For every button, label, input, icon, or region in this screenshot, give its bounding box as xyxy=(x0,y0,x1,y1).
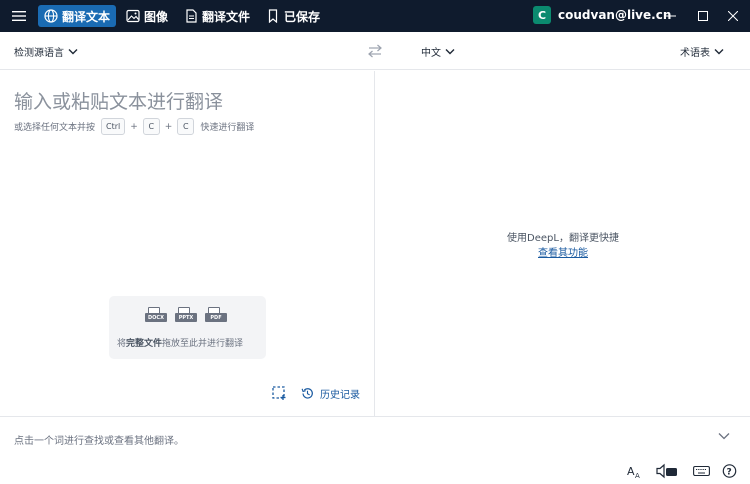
svg-text:A: A xyxy=(635,472,640,479)
pdf-icon: PDF xyxy=(205,307,227,323)
chevron-down-icon xyxy=(68,49,78,55)
drop-instructions: 将完整文件拖放至此并进行翻译 xyxy=(117,336,243,349)
dictionary-bar[interactable]: 点击一个词进行查找或查看其他翻译。 xyxy=(0,416,750,460)
tab-saved[interactable]: 已保存 xyxy=(260,5,326,27)
dictionary-prompt: 点击一个词进行查找或查看其他翻译。 xyxy=(14,436,184,447)
drop-text-bold: 完整文件 xyxy=(126,339,163,349)
drop-text-after: 拖放至此并进行翻译 xyxy=(162,339,244,349)
source-placeholder: 输入或粘贴文本进行翻译 xyxy=(14,91,224,113)
tab-translate-text-label: 翻译文本 xyxy=(62,9,111,24)
history-button[interactable]: 历史记录 xyxy=(301,386,360,401)
drop-text-before: 将 xyxy=(117,339,127,349)
minimize-button[interactable] xyxy=(656,0,686,32)
menu-button[interactable] xyxy=(0,0,38,32)
tab-image[interactable]: 图像 xyxy=(120,5,174,27)
language-bar: 检测源语言 中文 术语表 xyxy=(0,32,750,70)
glossary-button[interactable]: 术语表 xyxy=(680,44,724,59)
promo-text: 使用DeepL，翻译更快捷 xyxy=(507,233,619,244)
hamburger-icon xyxy=(12,11,26,21)
file-drop-zone[interactable]: DOCX PPTX PDF 将完整文件拖放至此并进行翻译 xyxy=(109,296,266,359)
select-area-icon[interactable] xyxy=(272,386,286,400)
source-text-area[interactable]: 输入或粘贴文本进行翻译 或选择任何文本并按 Ctrl + C + C 快速进行翻… xyxy=(0,71,375,416)
globe-icon xyxy=(44,9,58,23)
hint-prefix: 或选择任何文本并按 xyxy=(14,123,96,133)
bookmark-icon xyxy=(268,9,278,23)
glossary-label: 术语表 xyxy=(680,48,710,59)
chevron-down-icon xyxy=(714,49,724,55)
source-language-label: 检测源语言 xyxy=(14,48,64,59)
svg-text:A: A xyxy=(627,465,635,478)
target-text-area: 使用DeepL，翻译更快捷 查看其功能 xyxy=(376,71,750,416)
key-ctrl: Ctrl xyxy=(101,118,126,135)
plus-sign: + xyxy=(164,121,173,132)
text-size-icon[interactable]: A A xyxy=(627,463,642,480)
pdf-label: PDF xyxy=(205,313,227,322)
maximize-icon xyxy=(698,11,708,21)
features-link[interactable]: 查看其功能 xyxy=(376,244,750,259)
user-email: coudvan@live.cn xyxy=(558,8,672,22)
target-language-label: 中文 xyxy=(421,48,441,59)
pptx-icon: PPTX xyxy=(175,307,197,323)
title-bar: 翻译文本 图像 翻译文件 已保存 C coudvan@live.cn xyxy=(0,0,750,32)
svg-text:?: ? xyxy=(727,468,732,478)
file-type-icons: DOCX PPTX PDF xyxy=(145,307,235,323)
tab-translate-text[interactable]: 翻译文本 xyxy=(38,5,117,27)
history-label: 历史记录 xyxy=(320,390,360,401)
swap-languages-icon[interactable] xyxy=(367,44,383,58)
keyboard-icon[interactable] xyxy=(693,463,710,479)
tab-saved-label: 已保存 xyxy=(284,9,321,24)
chevron-down-icon[interactable] xyxy=(718,432,730,440)
tab-translate-file[interactable]: 翻译文件 xyxy=(178,5,256,27)
hint-suffix: 快速进行翻译 xyxy=(200,123,255,133)
target-language-select[interactable]: 中文 xyxy=(421,44,455,59)
shortcut-hint: 或选择任何文本并按 Ctrl + C + C 快速进行翻译 xyxy=(14,118,254,135)
pptx-label: PPTX xyxy=(175,313,197,322)
image-icon xyxy=(126,9,140,23)
close-icon xyxy=(728,11,738,21)
minimize-icon xyxy=(666,15,676,17)
close-button[interactable] xyxy=(718,0,748,32)
history-icon xyxy=(301,388,313,399)
docx-icon: DOCX xyxy=(145,307,167,323)
tab-image-label: 图像 xyxy=(144,9,169,24)
speaker-icon[interactable] xyxy=(656,463,678,479)
tab-translate-file-label: 翻译文件 xyxy=(202,9,251,24)
key-c: C xyxy=(177,118,195,135)
user-account[interactable]: C coudvan@live.cn xyxy=(533,6,671,24)
key-c: C xyxy=(142,118,160,135)
avatar: C xyxy=(533,6,551,24)
help-icon[interactable]: ? xyxy=(722,463,737,479)
plus-sign: + xyxy=(130,121,138,132)
file-icon xyxy=(186,9,197,23)
chevron-down-icon xyxy=(445,49,455,55)
source-language-select[interactable]: 检测源语言 xyxy=(14,44,78,59)
maximize-button[interactable] xyxy=(688,0,718,32)
docx-label: DOCX xyxy=(145,313,167,322)
